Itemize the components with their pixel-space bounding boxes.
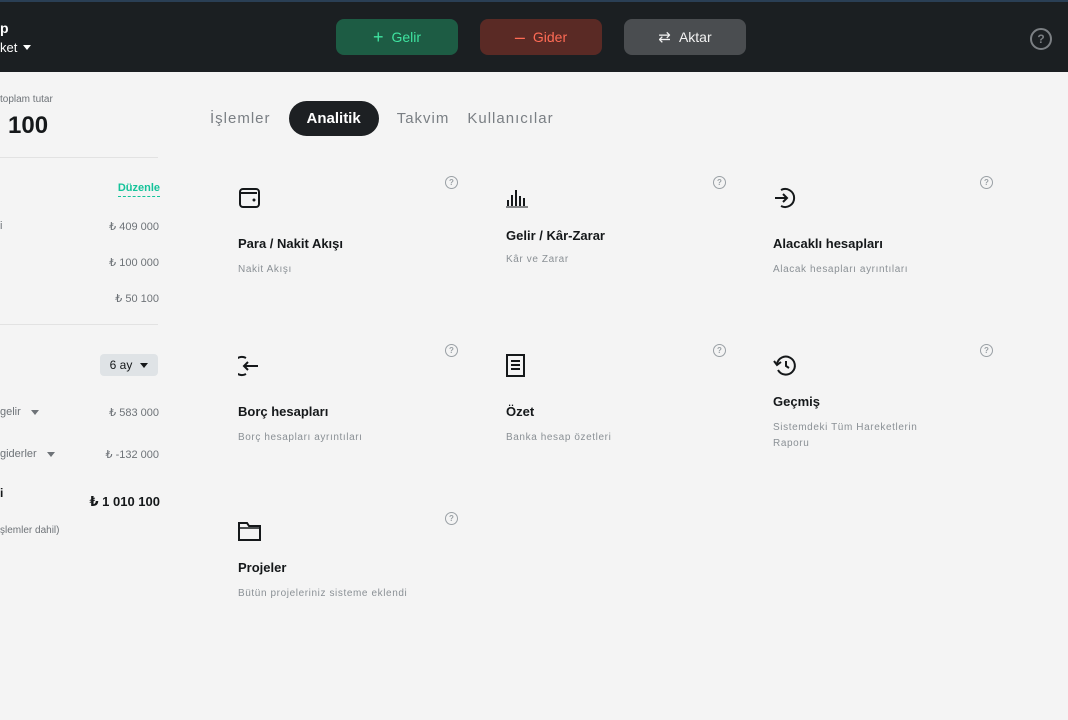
report-card-cash-flow[interactable]: ? Para / Nakit Akışı Nakit Akışı xyxy=(238,176,458,336)
bar-chart-icon xyxy=(506,190,528,208)
help-icon[interactable]: ? xyxy=(1030,28,1052,50)
income-summary-row[interactable]: gelir ₺ 583 000 xyxy=(0,406,159,419)
history-icon xyxy=(773,355,796,376)
period-select[interactable]: 6 ay xyxy=(100,354,158,376)
card-title: Özet xyxy=(506,404,535,419)
expense-summary-row[interactable]: giderler ₺ -132 000 xyxy=(0,448,159,461)
tab-bar: İşlemler Analitik Takvim Kullanıcılar xyxy=(210,101,572,136)
tab-users[interactable]: Kullanıcılar xyxy=(467,110,553,127)
help-icon[interactable]: ? xyxy=(445,512,458,525)
card-description: Sistemdeki Tüm Hareketlerin Raporu xyxy=(773,422,918,449)
account-amount: ₺ 50 100 xyxy=(115,293,159,305)
period-value: 6 ay xyxy=(109,358,133,372)
add-expense-label: Gider xyxy=(532,29,568,45)
balance-amount: ₺ 1 010 100 xyxy=(89,494,161,509)
card-title: Alacaklı hesapları xyxy=(773,236,883,251)
help-icon[interactable]: ? xyxy=(980,344,993,357)
tab-analytics[interactable]: Analitik xyxy=(288,101,379,136)
card-description: Nakit Akışı xyxy=(238,264,292,275)
help-icon[interactable]: ? xyxy=(445,344,458,357)
login-arrow-icon xyxy=(775,188,796,208)
brand-name: p xyxy=(0,20,9,36)
help-icon[interactable]: ? xyxy=(713,344,726,357)
total-value: 100 xyxy=(8,112,49,139)
swap-icon: ⇄ xyxy=(658,28,671,46)
logout-arrow-icon xyxy=(238,356,258,376)
tab-calendar[interactable]: Takvim xyxy=(397,110,450,127)
chevron-down-icon xyxy=(140,362,149,368)
card-title: Geçmiş xyxy=(773,394,820,409)
card-description: Alacak hesapları ayrıntıları xyxy=(773,264,909,275)
account-name: i xyxy=(0,220,3,232)
report-card-summary[interactable]: ? Özet Banka hesap özetleri xyxy=(506,344,726,504)
chevron-down-icon xyxy=(30,409,39,415)
card-description: Kâr ve Zarar xyxy=(506,254,569,265)
folder-icon xyxy=(238,522,261,541)
card-title: Projeler xyxy=(238,560,287,575)
tab-transactions[interactable]: İşlemler xyxy=(210,110,271,127)
balance-title: i xyxy=(0,486,4,500)
transfer-button[interactable]: ⇄ Aktar xyxy=(624,19,746,55)
add-income-label: Gelir xyxy=(391,29,422,45)
report-card-payables[interactable]: ? Borç hesapları Borç hesapları ayrıntıl… xyxy=(238,344,458,504)
card-description: Bütün projeleriniz sisteme eklendi xyxy=(238,588,408,599)
chevron-down-icon xyxy=(23,45,32,50)
card-title: Gelir / Kâr-Zarar xyxy=(506,228,605,243)
document-icon xyxy=(506,354,525,377)
transfer-label: Aktar xyxy=(678,29,712,45)
balance-note: şlemler dahil) xyxy=(0,525,60,536)
report-card-history[interactable]: ? Geçmiş Sistemdeki Tüm Hareketlerin Rap… xyxy=(773,344,993,504)
report-card-profit-loss[interactable]: ? Gelir / Kâr-Zarar Kâr ve Zarar xyxy=(506,176,726,336)
card-description: Banka hesap özetleri xyxy=(506,432,612,443)
account-amount: ₺ 100 000 xyxy=(109,257,159,269)
workspace-name: ket xyxy=(0,40,18,55)
card-title: Borç hesapları xyxy=(238,404,329,419)
expense-summary-label: giderler xyxy=(0,448,37,460)
income-summary-amount: ₺ 583 000 xyxy=(109,407,159,419)
report-card-projects[interactable]: ? Projeler Bütün projeleriniz sisteme ek… xyxy=(238,512,458,670)
wallet-icon xyxy=(239,188,260,208)
help-icon[interactable]: ? xyxy=(980,176,993,189)
add-expense-button[interactable]: – Gider xyxy=(480,19,602,55)
income-summary-label: gelir xyxy=(0,406,21,418)
divider xyxy=(0,157,158,158)
expense-summary-amount: ₺ -132 000 xyxy=(105,449,159,461)
chevron-down-icon xyxy=(46,451,55,457)
minus-icon: – xyxy=(514,27,525,47)
add-income-button[interactable]: + Gelir xyxy=(336,19,458,55)
help-icon[interactable]: ? xyxy=(713,176,726,189)
plus-icon: + xyxy=(372,27,384,47)
help-icon[interactable]: ? xyxy=(445,176,458,189)
workspace-selector[interactable]: ket xyxy=(0,40,32,55)
account-row[interactable]: i ₺ 409 000 xyxy=(0,220,159,233)
card-description: Borç hesapları ayrıntıları xyxy=(238,432,363,443)
report-card-receivables[interactable]: ? Alacaklı hesapları Alacak hesapları ay… xyxy=(773,176,993,336)
edit-accounts-link[interactable]: Düzenle xyxy=(117,182,160,197)
account-amount: ₺ 409 000 xyxy=(109,221,159,233)
total-label: toplam tutar xyxy=(0,94,53,105)
divider xyxy=(0,324,158,325)
top-bar: p ket + Gelir – Gider ⇄ Aktar ? xyxy=(0,0,1068,72)
card-title: Para / Nakit Akışı xyxy=(238,236,344,251)
